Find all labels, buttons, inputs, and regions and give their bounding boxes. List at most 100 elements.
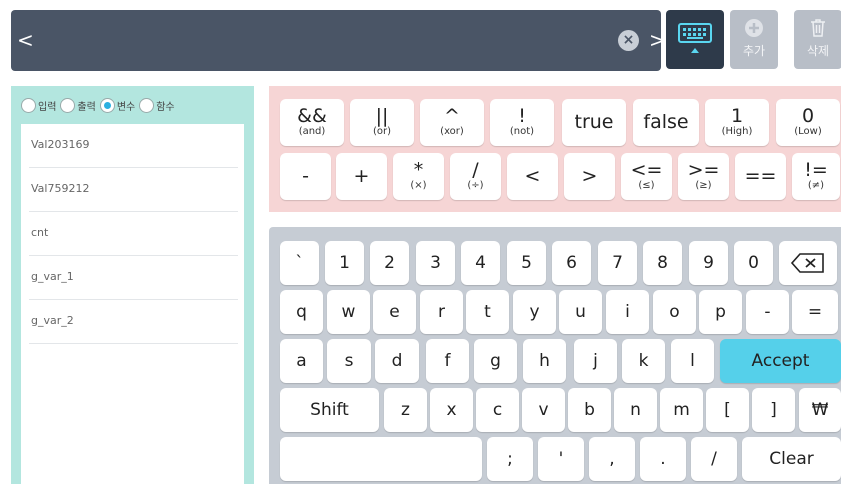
mode-label: 출력 [77, 101, 96, 113]
key[interactable]: o [653, 290, 696, 334]
keyboard-toggle-button[interactable] [666, 10, 724, 69]
operator-key[interactable]: true [562, 99, 626, 146]
accept-button[interactable]: Accept [720, 339, 841, 383]
clear-input-icon[interactable]: × [618, 30, 639, 51]
operator-key[interactable]: && (and) [280, 99, 344, 146]
keyboard-icon [678, 23, 712, 53]
key[interactable]: h [523, 339, 566, 383]
key[interactable]: n [614, 388, 657, 432]
operator-key[interactable]: false [633, 99, 699, 146]
key[interactable]: ' [538, 437, 584, 481]
operator-key[interactable]: < [507, 153, 558, 200]
key[interactable]: ] [752, 388, 795, 432]
forward-arrow-icon[interactable]: > [649, 28, 666, 52]
key[interactable]: t [466, 290, 509, 334]
expression-input-bar[interactable]: < × > [11, 10, 666, 71]
key[interactable]: ; [487, 437, 533, 481]
key[interactable]: l [671, 339, 714, 383]
key[interactable]: 8 [643, 241, 682, 285]
list-item[interactable]: cnt [29, 212, 238, 256]
key[interactable]: j [574, 339, 617, 383]
key[interactable]: - [746, 290, 789, 334]
key[interactable]: [ [706, 388, 749, 432]
key[interactable]: c [476, 388, 519, 432]
key[interactable]: g [474, 339, 517, 383]
mode-label: 변수 [116, 101, 136, 113]
operator-key[interactable]: ! (not) [490, 99, 554, 146]
key[interactable]: 9 [689, 241, 728, 285]
operator-key[interactable]: >= (≥) [678, 153, 729, 200]
operator-key[interactable]: / (÷) [450, 153, 501, 200]
backspace-key[interactable] [779, 241, 837, 285]
operator-key[interactable]: == [735, 153, 786, 200]
delete-button[interactable]: 삭제 [794, 10, 841, 69]
delete-label: 삭제 [806, 44, 830, 58]
operator-key[interactable]: 0 (Low) [776, 99, 840, 146]
key[interactable]: x [430, 388, 473, 432]
key[interactable]: 0 [734, 241, 773, 285]
key[interactable]: d [375, 339, 419, 383]
key[interactable]: 1 [325, 241, 364, 285]
variable-list: Val203169 Val759212 cnt g_var_1 g_var_2 [21, 124, 244, 484]
key[interactable]: p [699, 290, 742, 334]
key[interactable]: e [373, 290, 416, 334]
key[interactable]: w [327, 290, 370, 334]
trash-icon [811, 19, 825, 37]
key[interactable]: q [280, 290, 323, 334]
key[interactable]: u [559, 290, 602, 334]
key[interactable]: a [280, 339, 323, 383]
key[interactable]: m [660, 388, 703, 432]
backspace-icon [790, 253, 824, 273]
list-item[interactable]: Val203169 [29, 124, 238, 168]
key[interactable]: y [513, 290, 556, 334]
radio-circle-icon[interactable] [21, 97, 36, 113]
key[interactable]: s [327, 339, 371, 383]
operator-key[interactable]: - [280, 153, 331, 200]
key[interactable]: z [384, 388, 427, 432]
mode-radio[interactable]: 입력 [21, 97, 56, 113]
key[interactable]: r [420, 290, 463, 334]
mode-radio[interactable]: 출력 [60, 97, 96, 113]
key[interactable]: b [568, 388, 611, 432]
key[interactable]: f [426, 339, 469, 383]
mode-radio[interactable]: 변수 [99, 97, 136, 113]
operator-panel: && (and) || (or) ^ (xor) ! (not) true false … [269, 86, 841, 212]
key[interactable]: , [589, 437, 635, 481]
mode-radio[interactable]: 함수 [139, 97, 175, 113]
operator-key[interactable]: * (×) [393, 153, 444, 200]
key[interactable]: k [622, 339, 665, 383]
radio-circle-icon[interactable] [60, 97, 76, 113]
radio-circle-icon[interactable] [99, 97, 115, 113]
shift-key[interactable]: Shift [280, 388, 379, 432]
add-button[interactable]: 추가 [730, 10, 778, 69]
list-item[interactable]: g_var_1 [29, 256, 238, 300]
operator-key[interactable]: <= (≤) [621, 153, 672, 200]
operator-key[interactable]: != (≠) [792, 153, 840, 200]
space-key[interactable] [280, 437, 482, 481]
key[interactable]: / [691, 437, 737, 481]
operator-key[interactable]: || (or) [350, 99, 414, 146]
key[interactable]: 2 [370, 241, 409, 285]
key[interactable]: ` [280, 241, 319, 285]
radio-circle-icon[interactable] [139, 97, 155, 113]
key[interactable]: 4 [461, 241, 500, 285]
list-item[interactable]: Val759212 [29, 168, 238, 212]
back-arrow-icon[interactable]: < [17, 28, 34, 52]
key[interactable]: i [606, 290, 649, 334]
list-item[interactable]: g_var_2 [29, 300, 238, 344]
key[interactable]: ₩ [799, 388, 841, 432]
key[interactable]: 5 [507, 241, 546, 285]
operator-key[interactable]: 1 (High) [705, 99, 769, 146]
key[interactable]: 7 [598, 241, 637, 285]
key[interactable]: . [640, 437, 686, 481]
key[interactable]: = [792, 290, 838, 334]
virtual-keyboard: ` 1 2 3 4 5 6 7 8 9 0 q w e r t y u i o … [269, 227, 841, 484]
operator-key[interactable]: > [564, 153, 615, 200]
clear-button[interactable]: Clear [742, 437, 841, 481]
operator-key[interactable]: ^ (xor) [420, 99, 484, 146]
mode-label: 함수 [156, 101, 175, 113]
operator-key[interactable]: + [336, 153, 387, 200]
key[interactable]: 6 [552, 241, 591, 285]
key[interactable]: v [522, 388, 565, 432]
key[interactable]: 3 [416, 241, 455, 285]
